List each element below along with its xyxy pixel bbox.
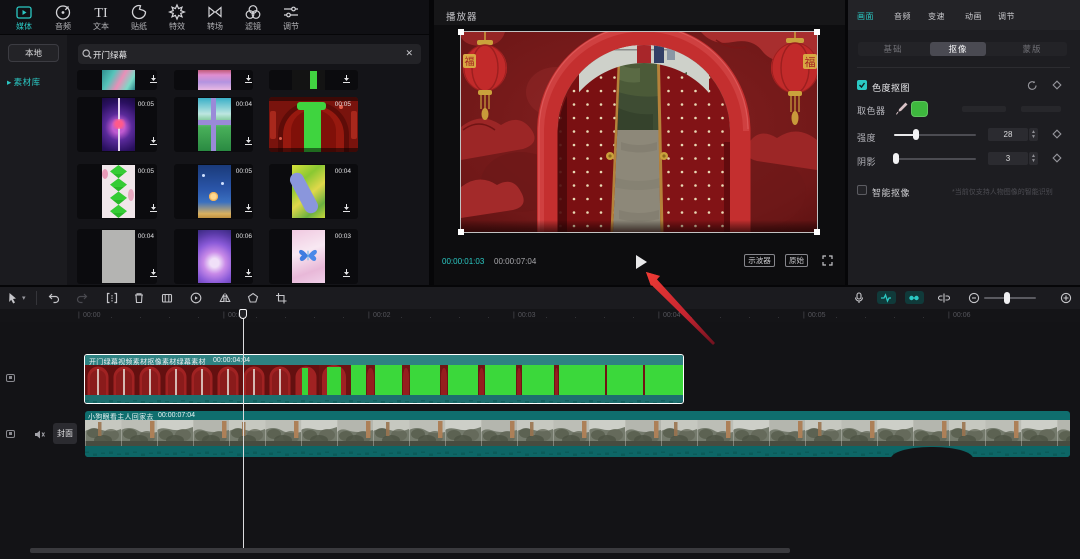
svg-text:福: 福	[805, 55, 816, 69]
svg-text:TI: TI	[94, 6, 108, 21]
svg-text:福: 福	[465, 55, 475, 68]
